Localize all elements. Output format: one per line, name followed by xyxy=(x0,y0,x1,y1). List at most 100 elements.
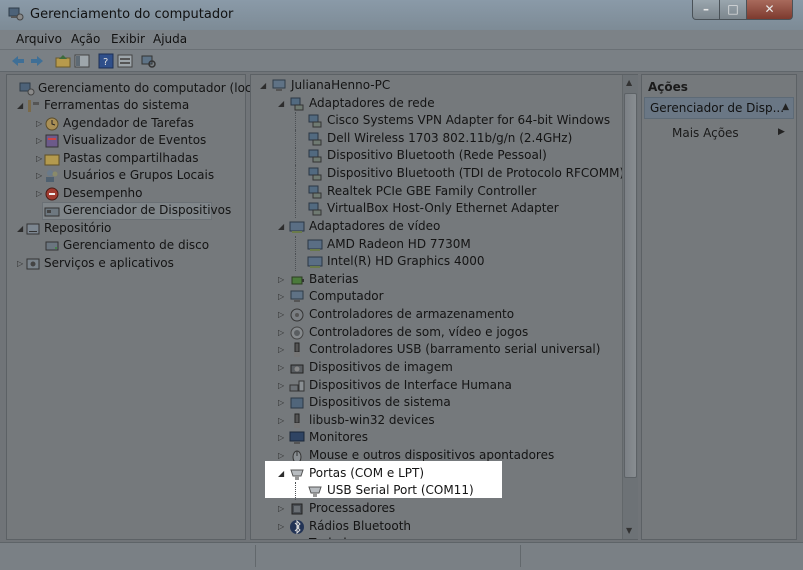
menu-exibir[interactable]: Exibir xyxy=(111,32,145,46)
show-hide-tree-icon[interactable] xyxy=(74,53,90,69)
properties-icon[interactable] xyxy=(117,53,133,69)
back-arrow-icon[interactable] xyxy=(10,53,26,69)
device-item-computador[interactable]: ▷ Computador xyxy=(251,288,619,306)
tree-line xyxy=(295,130,296,148)
device-item-teclados[interactable]: ▷Teclados xyxy=(251,535,619,539)
expander-icon[interactable]: ▷ xyxy=(278,522,284,531)
expander-icon[interactable]: ▷ xyxy=(278,416,284,425)
menu-acao[interactable]: Ação xyxy=(71,32,100,46)
minimize-button[interactable]: – xyxy=(692,0,720,20)
scroll-down-icon[interactable]: ▼ xyxy=(626,526,632,535)
expander-icon[interactable]: ◢ xyxy=(17,224,23,233)
tree-item-desempenho[interactable]: ▷ Desempenho xyxy=(7,185,243,203)
expander-icon[interactable]: ▷ xyxy=(278,363,284,372)
device-item-baterias[interactable]: ▷ Baterias xyxy=(251,271,619,289)
device-item-virtualbox-host-only-ethernet-adapter[interactable]: VirtualBox Host-Only Ethernet Adapter xyxy=(251,200,619,218)
device-item-monitores[interactable]: ▷ Monitores xyxy=(251,429,619,447)
device-item-dispositivo-bluetooth-tdi-de-protocolo-rfcomm[interactable]: Dispositivo Bluetooth (TDI de Protocolo … xyxy=(251,165,624,183)
device-item-controladores-de-armazenamento[interactable]: ▷ Controladores de armazenamento xyxy=(251,306,619,324)
scrollbar-thumb[interactable] xyxy=(624,93,637,478)
up-folder-icon[interactable] xyxy=(55,53,71,69)
tree-item-pastas-compartilhadas[interactable]: ▷ Pastas compartilhadas xyxy=(7,150,243,168)
device-item-intel-r-hd-graphics-4000[interactable]: Intel(R) HD Graphics 4000 xyxy=(251,253,619,271)
expander-icon[interactable]: ▷ xyxy=(36,119,42,128)
tree-item-servicos-e-aplicativos[interactable]: ▷ Serviços e aplicativos xyxy=(7,255,243,273)
device-item-label: Teclados xyxy=(309,536,360,539)
device-item-julianahenno-pc[interactable]: ◢ JulianaHenno-PC xyxy=(251,77,619,95)
expander-icon[interactable]: ▷ xyxy=(278,345,284,354)
expander-icon[interactable]: ▷ xyxy=(278,398,284,407)
actions-pane: Ações Gerenciador de Disp... ▲ Mais Açõe… xyxy=(641,74,797,540)
expander-icon[interactable]: ▷ xyxy=(278,275,284,284)
maximize-icon: □ xyxy=(727,2,739,16)
expander-icon[interactable]: ▷ xyxy=(278,451,284,460)
tree-item-gerenciamento-do-computador-local[interactable]: Gerenciamento do computador (local) xyxy=(7,80,267,98)
vertical-scrollbar[interactable]: ▲ ▼ xyxy=(622,75,638,539)
status-bar xyxy=(0,542,803,570)
expander-icon[interactable]: ◢ xyxy=(17,101,23,110)
expander-icon[interactable]: ▷ xyxy=(36,154,42,163)
device-item-dell-wireless-1703-802-11b-g-n-2-4ghz[interactable]: Dell Wireless 1703 802.11b/g/n (2.4GHz) xyxy=(251,130,619,148)
device-item-label: Adaptadores de vídeo xyxy=(309,219,441,233)
menu-arquivo[interactable]: Arquivo xyxy=(16,32,62,46)
device-item-libusb-win32-devices[interactable]: ▷ libusb-win32 devices xyxy=(251,412,619,430)
device-item-radios-bluetooth[interactable]: ▷ Rádios Bluetooth xyxy=(251,518,619,536)
tree-line xyxy=(295,147,296,165)
device-item-adaptadores-de-rede[interactable]: ◢ Adaptadores de rede xyxy=(251,95,619,113)
device-item-amd-radeon-hd-7730m[interactable]: AMD Radeon HD 7730M xyxy=(251,236,619,254)
device-item-realtek-pcie-gbe-family-controller[interactable]: Realtek PCIe GBE Family Controller xyxy=(251,183,619,201)
device-item-controladores-de-som-video-e-jogos[interactable]: ▷ Controladores de som, vídeo e jogos xyxy=(251,324,619,342)
tree-item-repositorio[interactable]: ◢ Repositório xyxy=(7,220,243,238)
tree-item-usuarios-e-grupos-locais[interactable]: ▷ Usuários e Grupos Locais xyxy=(7,167,243,185)
expander-icon[interactable]: ▷ xyxy=(278,328,284,337)
close-button[interactable]: ✕ xyxy=(746,0,793,20)
expander-icon[interactable]: ◢ xyxy=(260,81,266,90)
maximize-button[interactable]: □ xyxy=(719,0,747,20)
expander-icon[interactable]: ▷ xyxy=(278,433,284,442)
port-icon xyxy=(308,486,322,497)
tree-item-ferramentas-do-sistema[interactable]: ◢ Ferramentas do sistema xyxy=(7,97,243,115)
menu-ajuda[interactable]: Ajuda xyxy=(153,32,187,46)
expander-icon[interactable]: ▷ xyxy=(278,504,284,513)
expander-icon[interactable]: ▷ xyxy=(278,310,284,319)
display-adapter-icon xyxy=(307,256,323,268)
device-item-controladores-usb-barramento-serial-universal[interactable]: ▷ Controladores USB (barramento serial un… xyxy=(251,341,619,359)
expander-icon[interactable]: ▷ xyxy=(36,136,42,145)
expander-icon[interactable]: ▷ xyxy=(36,171,42,180)
expander-icon[interactable]: ▷ xyxy=(278,292,284,301)
device-item-cisco-systems-vpn-adapter-for-64-bit-windows[interactable]: Cisco Systems VPN Adapter for 64-bit Win… xyxy=(251,112,619,130)
actions-section-header[interactable]: Gerenciador de Disp... ▲ xyxy=(644,97,794,119)
device-item-label: USB Serial Port (COM11) xyxy=(327,483,474,497)
tree-item-label: Gerenciador de Dispositivos xyxy=(63,203,232,217)
tree-item-gerenciador-de-dispositivos[interactable]: Gerenciador de Dispositivos xyxy=(7,202,243,220)
expander-icon[interactable]: ◢ xyxy=(278,99,284,108)
device-item-dispositivo-bluetooth-rede-pessoal[interactable]: Dispositivo Bluetooth (Rede Pessoal) xyxy=(251,147,619,165)
storage-icon xyxy=(26,223,40,235)
expander-icon[interactable]: ◢ xyxy=(278,469,284,478)
tree-item-visualizador-de-eventos[interactable]: ▷ Visualizador de Eventos xyxy=(7,132,243,150)
device-item-label: Adaptadores de rede xyxy=(309,96,435,110)
device-item-portas-com-e-lpt[interactable]: ◢ Portas (COM e LPT) xyxy=(251,465,619,483)
hid-icon xyxy=(289,380,305,392)
more-actions-link[interactable]: Mais Ações xyxy=(672,126,739,140)
expander-icon[interactable]: ◢ xyxy=(278,222,284,231)
device-item-adaptadores-de-video[interactable]: ◢ Adaptadores de vídeo xyxy=(251,218,619,236)
device-item-label: Baterias xyxy=(309,272,359,286)
tree-item-agendador-de-tarefas[interactable]: ▷ Agendador de Tarefas xyxy=(7,115,243,133)
device-item-dispositivos-de-sistema[interactable]: ▷ Dispositivos de sistema xyxy=(251,394,619,412)
battery-icon xyxy=(291,276,304,285)
scroll-up-icon[interactable]: ▲ xyxy=(626,78,632,87)
expander-icon[interactable]: ▷ xyxy=(36,189,42,198)
device-item-dispositivos-de-imagem[interactable]: ▷ Dispositivos de imagem xyxy=(251,359,619,377)
help-icon[interactable]: ? xyxy=(98,53,114,69)
scan-hardware-icon[interactable] xyxy=(141,53,157,69)
tree-item-gerenciamento-de-disco[interactable]: Gerenciamento de disco xyxy=(7,237,243,255)
forward-arrow-icon[interactable] xyxy=(29,53,45,69)
device-item-usb-serial-port-com11[interactable]: USB Serial Port (COM11) xyxy=(251,482,619,500)
tree-line xyxy=(295,482,296,500)
device-item-dispositivos-de-interface-humana[interactable]: ▷ Dispositivos de Interface Humana xyxy=(251,377,619,395)
device-item-label: Processadores xyxy=(309,501,396,515)
expander-icon[interactable]: ▷ xyxy=(17,259,23,268)
expander-icon[interactable]: ▷ xyxy=(278,381,284,390)
device-item-processadores[interactable]: ▷ Processadores xyxy=(251,500,619,518)
